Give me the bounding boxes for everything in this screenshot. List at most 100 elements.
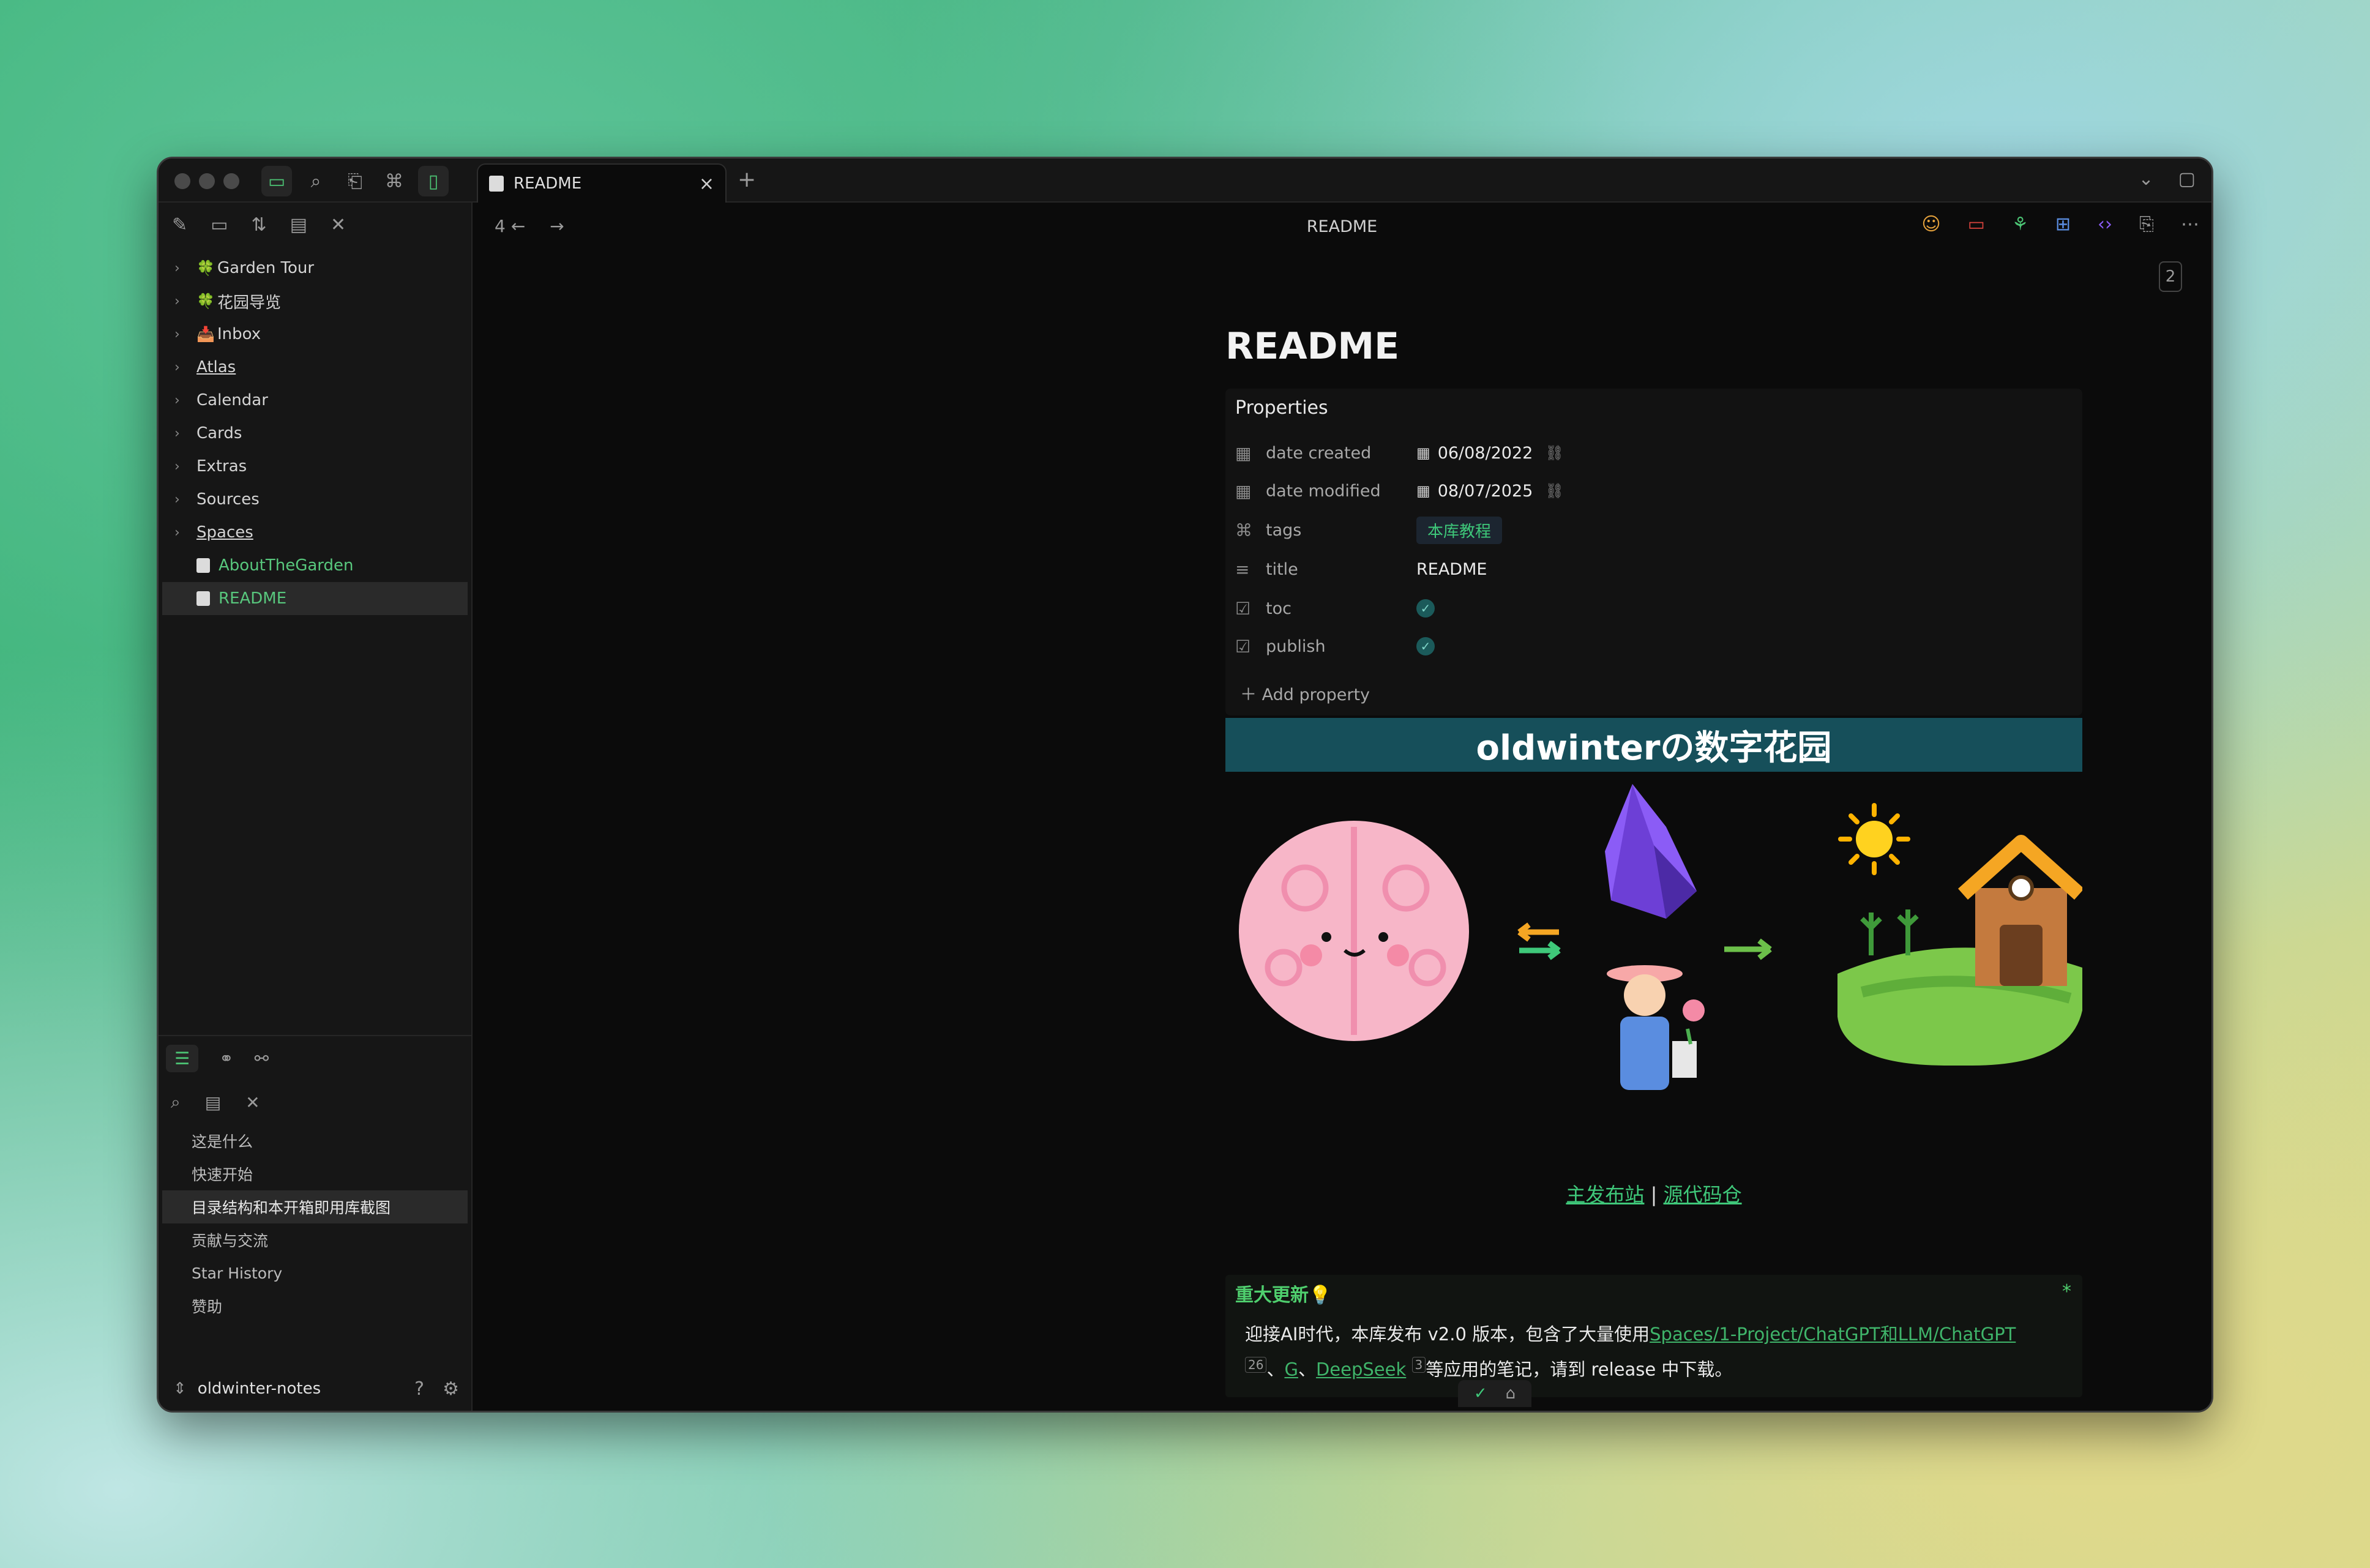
more-options-icon[interactable]: ⋯	[2181, 214, 2199, 235]
bookmark-icon[interactable]: ⎗	[340, 166, 370, 196]
callout-text: 迎接AI时代，本库发布 v2.0 版本，包含了大量使用	[1245, 1324, 1650, 1345]
tree-folder[interactable]: › 🍀 Garden Tour	[159, 252, 471, 285]
callout-text: 等应用的笔记，请到 release 中下载。	[1426, 1359, 1733, 1380]
property-toc[interactable]: ☑ toc ✓	[1235, 593, 1435, 624]
outline-panel-tabs: ☰ ⚭ ⚯	[159, 1036, 471, 1080]
chevron-right-icon[interactable]: ›	[174, 492, 196, 507]
exchange-arrows-icon	[1517, 922, 1561, 960]
tree-folder[interactable]: › Cards	[159, 417, 471, 450]
outline-heading[interactable]: 贡献与交流	[159, 1223, 471, 1256]
outline-heading[interactable]: 快速开始	[159, 1157, 471, 1190]
outgoing-links-icon[interactable]: ⚯	[255, 1048, 269, 1069]
property-tags[interactable]: ⌘ tags 本库教程	[1235, 515, 1503, 545]
outline-icon[interactable]: ☰	[166, 1044, 199, 1072]
chevron-right-icon[interactable]: ›	[174, 459, 196, 474]
tree-folder[interactable]: › 📥 Inbox	[159, 318, 471, 351]
outline-heading[interactable]: 这是什么	[159, 1124, 471, 1157]
help-icon[interactable]: ?	[414, 1378, 424, 1400]
note-title[interactable]: README	[1225, 325, 1399, 368]
tree-folder[interactable]: › Sources	[159, 483, 471, 516]
add-property-button[interactable]: ＋ Add property	[1240, 681, 1370, 705]
outline-list: 这是什么 快速开始 目录结构和本开箱即用库截图 贡献与交流 Star History 赞助	[159, 1124, 471, 1323]
tree-folder[interactable]: › Extras	[159, 450, 471, 483]
property-value: 08/07/2025	[1437, 481, 1533, 501]
callout-body: 迎接AI时代，本库发布 v2.0 版本，包含了大量使用Spaces/1-Proj…	[1245, 1319, 2058, 1385]
right-sidebar-toggle-icon[interactable]: ▢	[2178, 168, 2196, 190]
new-note-icon[interactable]: ✎	[172, 214, 187, 236]
source-repo-link[interactable]: 源代码仓	[1664, 1183, 1742, 1206]
tree-file[interactable]: README	[162, 582, 468, 615]
chatgpt-link[interactable]: Spaces/1-Project/ChatGPT和LLM/ChatGPT	[1650, 1324, 2016, 1345]
new-folder-icon[interactable]: ▭	[211, 214, 228, 236]
search-icon[interactable]: ⌕	[301, 166, 331, 196]
link-count-badge: 26	[1245, 1357, 1267, 1373]
gemini-link[interactable]: G	[1284, 1359, 1298, 1380]
outline-heading[interactable]: Star History	[159, 1256, 471, 1290]
collapse-all-icon[interactable]: ✕	[331, 214, 346, 236]
outline-heading[interactable]: 目录结构和本开箱即用库截图	[162, 1190, 468, 1223]
close-window-button[interactable]	[174, 173, 190, 189]
deepseek-link[interactable]: DeepSeek	[1316, 1359, 1406, 1380]
close-tab-icon[interactable]: ×	[699, 173, 714, 195]
chevron-right-icon[interactable]: ›	[174, 426, 196, 441]
view-actions: ☺ ▭ ⚘ ⊞ ‹› ⎘ ⋯	[1921, 214, 2199, 235]
gardener-illustration	[1607, 965, 1705, 1090]
folder-icon[interactable]: ▭	[261, 166, 292, 196]
tree-folder[interactable]: › Spaces	[159, 516, 471, 549]
folder-emoji-icon: 📥	[196, 326, 215, 343]
callout-title[interactable]: 重大更新💡	[1235, 1280, 1331, 1307]
chevron-right-icon[interactable]: ›	[174, 393, 196, 408]
main-site-link[interactable]: 主发布站	[1566, 1183, 1644, 1206]
reading-view-icon[interactable]: ⎘	[2139, 214, 2154, 235]
tree-folder[interactable]: › Calendar	[159, 384, 471, 417]
checked-icon[interactable]: ✓	[1416, 599, 1435, 618]
new-tab-icon[interactable]: +	[738, 167, 756, 192]
link-icon[interactable]: ⛓	[1545, 482, 1563, 499]
tree-icon[interactable]: ⊞	[2055, 214, 2071, 235]
collapse-icon[interactable]: ✕	[245, 1092, 260, 1113]
tags-icon[interactable]: ⌘	[379, 166, 409, 196]
search-icon[interactable]: ⌕	[171, 1092, 181, 1113]
link-icon[interactable]: ⛓	[1545, 444, 1563, 461]
calendar-icon: ▦	[1235, 480, 1252, 501]
checked-icon[interactable]: ✓	[1416, 637, 1435, 655]
properties-heading[interactable]: Properties	[1235, 397, 1328, 419]
property-key: toc	[1266, 599, 1292, 618]
auto-reveal-icon[interactable]: ▤	[290, 214, 307, 236]
chevron-right-icon[interactable]: ›	[174, 294, 196, 309]
vault-switcher[interactable]: ⇕ oldwinter-notes ? ⚙	[159, 1367, 471, 1411]
minimize-window-button[interactable]	[199, 173, 215, 189]
folder-emoji-icon: 🍀	[196, 293, 215, 310]
zoom-window-button[interactable]	[223, 173, 239, 189]
file-tree: › 🍀 Garden Tour › 🍀 花园导览 › 📥 Inbox › Atlas › Calenda…	[159, 247, 471, 615]
lock-icon[interactable]: ⌂	[1506, 1384, 1516, 1403]
calendar-icon: ▦	[1416, 482, 1430, 499]
expand-icon[interactable]: ▤	[205, 1092, 221, 1113]
gear-icon[interactable]: ⚙	[443, 1378, 459, 1400]
outline-heading[interactable]: 赞助	[159, 1290, 471, 1323]
code-icon[interactable]: ‹›	[2098, 214, 2112, 235]
chevron-right-icon[interactable]: ›	[174, 327, 196, 342]
property-publish[interactable]: ☑ publish ✓	[1235, 631, 1435, 662]
tree-folder[interactable]: › 🍀 花园导览	[159, 285, 471, 318]
chevron-down-icon[interactable]: ⌄	[2139, 168, 2154, 190]
property-title[interactable]: ≡ title README	[1235, 554, 1487, 584]
graph-icon[interactable]: ⚘	[2012, 214, 2028, 235]
tree-file[interactable]: AboutTheGarden	[159, 549, 471, 582]
backlinks-icon[interactable]: ⚭	[219, 1048, 233, 1069]
chevron-right-icon[interactable]: ›	[174, 360, 196, 375]
tree-folder[interactable]: › Atlas	[159, 351, 471, 384]
property-date-modified[interactable]: ▦ date modified ▦ 08/07/2025 ⛓	[1235, 476, 1564, 506]
window-controls	[174, 173, 239, 189]
tag-chip[interactable]: 本库教程	[1416, 516, 1503, 544]
presentation-icon[interactable]: ▭	[1968, 214, 1985, 235]
smiley-icon[interactable]: ☺	[1921, 214, 1940, 235]
chevron-right-icon[interactable]: ›	[174, 261, 196, 276]
sort-icon[interactable]: ⇅	[252, 214, 267, 236]
callout-fold-icon[interactable]: *	[2062, 1281, 2071, 1302]
chevron-right-icon[interactable]: ›	[174, 525, 196, 540]
tab-readme[interactable]: README ×	[477, 163, 727, 203]
sync-ok-icon[interactable]: ✓	[1474, 1384, 1487, 1403]
property-date-created[interactable]: ▦ date created ▦ 06/08/2022 ⛓	[1235, 438, 1564, 468]
sidebar-toggle-icon[interactable]: ▯	[418, 166, 449, 196]
